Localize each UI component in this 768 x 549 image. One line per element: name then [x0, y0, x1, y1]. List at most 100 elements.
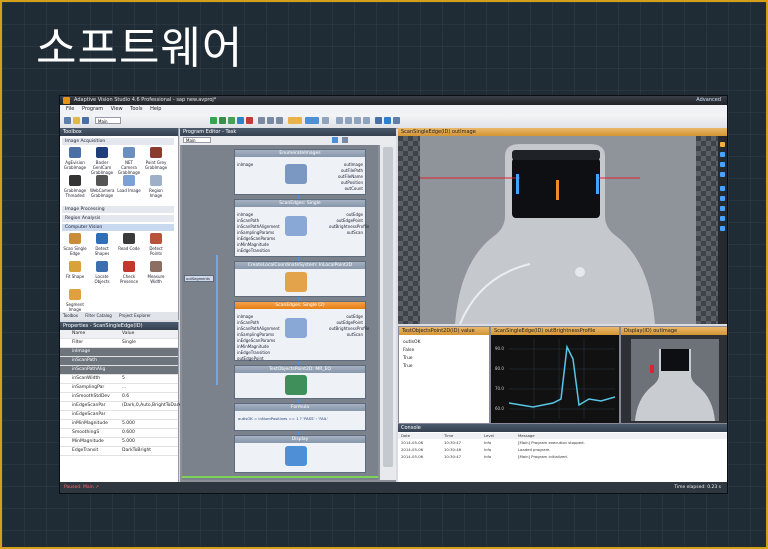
tool-icon[interactable] — [720, 216, 725, 221]
view-icon[interactable] — [384, 117, 391, 124]
filter-block[interactable]: Display — [234, 435, 366, 473]
toolbox-group-vision[interactable]: Computer Vision — [62, 224, 174, 231]
view-icon[interactable] — [363, 117, 370, 124]
filter-block[interactable]: EnumerateImages inImage outImage outFileP… — [234, 149, 366, 195]
bottle-image[interactable] — [420, 136, 696, 324]
property-row[interactable]: inScanWidth 5 — [60, 375, 178, 384]
property-row[interactable]: Filter Single — [60, 339, 178, 348]
step-into-icon[interactable] — [237, 117, 244, 124]
view-icon[interactable] — [336, 117, 343, 124]
software-screenshot: Adaptive Vision Studio 4.6 Professional … — [59, 95, 728, 494]
property-row[interactable]: inScanPathAlig — [60, 366, 178, 375]
filter-block[interactable]: Formula outIsOK = inNumPositives == 1 ? … — [234, 403, 366, 431]
tab-project-explorer[interactable]: Project Explorer — [119, 313, 151, 318]
menu-help[interactable]: Help — [150, 106, 161, 112]
new-icon[interactable] — [64, 117, 71, 124]
program-end-marker — [182, 476, 378, 478]
property-row[interactable]: inEdgeScanPar (Dark,0,Auto,BrightToDark) — [60, 402, 183, 411]
filter-icon — [285, 375, 307, 395]
toolbox-item[interactable]: Fit Shape — [63, 260, 87, 288]
toolbox-group-acquisition[interactable]: Image Acquisition — [62, 138, 174, 145]
menu-program[interactable]: Program — [82, 106, 103, 112]
view-icon[interactable] — [322, 117, 329, 124]
connection-line — [216, 255, 218, 385]
toolbox-item[interactable]: GrabImage Threaded — [63, 174, 87, 202]
toolbox-item[interactable]: Measure Width — [144, 260, 168, 288]
open-icon[interactable] — [73, 117, 80, 124]
tool-icon[interactable] — [258, 117, 265, 124]
task-dropdown[interactable]: Main — [183, 137, 211, 143]
toolbox-group-region[interactable]: Region Analysis — [62, 215, 174, 222]
toolbox-item[interactable]: Detect Shapes — [90, 232, 114, 260]
filter-icon — [285, 272, 307, 292]
tab-toolbox[interactable]: Toolbox — [63, 313, 78, 318]
toolbox-item[interactable]: AgEvision GrabImage — [63, 146, 87, 174]
viewer-tools — [718, 136, 727, 324]
tool-icon[interactable] — [276, 117, 283, 124]
save-icon[interactable] — [82, 117, 89, 124]
zoom-icon[interactable] — [342, 137, 348, 143]
filter-block[interactable]: CreateLocalCoordinateSystem: InLocalPoin… — [234, 261, 366, 297]
property-row[interactable]: inImage — [60, 348, 178, 357]
toolbox-item[interactable]: Check Presence — [117, 260, 141, 288]
filter-block[interactable]: TestObjectsPoint2D: MR_EQ — [234, 365, 366, 399]
property-row[interactable]: inMinMagnitude 5.000 — [60, 420, 178, 429]
console-row[interactable]: 2014-05-06 10:30:46 Info Loaded program. — [398, 447, 727, 453]
tool-icon[interactable] — [720, 196, 725, 201]
view-icon[interactable] — [345, 117, 352, 124]
step-over-icon[interactable] — [228, 117, 235, 124]
toolbox-item[interactable]: Scan Single Edge — [63, 232, 87, 260]
tab-filter-catalog[interactable]: Filter Catalog — [85, 313, 112, 318]
editor-scrollbar[interactable] — [380, 145, 396, 480]
brightness-profile-plot[interactable] — [509, 339, 615, 419]
profile-axis: 90.0 80.0 70.0 60.0 — [495, 346, 504, 411]
view-icon[interactable] — [393, 117, 400, 124]
toolbox-item[interactable]: Load Image — [117, 174, 141, 202]
zoom-tool-icon[interactable] — [720, 162, 725, 167]
toolbox-item[interactable]: Locate Objects — [90, 260, 114, 288]
select-tool-icon[interactable] — [720, 142, 725, 147]
console-row[interactable]: 2014-05-06 10:30:47 Info [Main] Program … — [398, 454, 727, 460]
property-row[interactable]: inSamplingPar... — [60, 384, 178, 393]
property-row[interactable]: inScanPath — [60, 357, 178, 366]
toolbox-item[interactable]: Point Grey GrabImage — [144, 146, 168, 174]
tool-icon[interactable] — [267, 117, 274, 124]
menu-tools[interactable]: Tools — [130, 106, 142, 112]
toolbox-item[interactable]: Detect Points — [144, 232, 168, 260]
stop-icon[interactable] — [246, 117, 253, 124]
filter-block-selected[interactable]: ScanEdges: Single (2) inImage inScanPath i… — [234, 301, 369, 361]
property-row[interactable]: MinMagnitude 5.000 — [60, 438, 178, 447]
toolbox-item[interactable]: NET Camera GrabImage — [117, 146, 141, 175]
measure-tool-icon[interactable] — [720, 172, 725, 177]
display-image[interactable] — [631, 339, 719, 421]
task-select[interactable]: Main — [95, 117, 121, 124]
menu-view[interactable]: View — [111, 106, 123, 112]
filter-icon — [285, 318, 307, 338]
toolbox-item[interactable]: Read Code — [117, 232, 141, 260]
property-row[interactable]: inSmoothStdDev 0.6 — [60, 393, 178, 402]
console-row[interactable]: 2014-05-06 10:30:47 Info [Main] Program … — [398, 440, 727, 446]
layout-icon[interactable] — [305, 117, 319, 124]
status-right: Time elapsed: 0.23 s — [674, 485, 721, 490]
property-row[interactable]: SmoothingS 0.600 — [60, 429, 178, 438]
tool-icon[interactable] — [720, 206, 725, 211]
advanced-label[interactable]: Advanced — [696, 96, 721, 105]
search-icon[interactable] — [332, 137, 338, 143]
tool-icon[interactable] — [720, 226, 725, 231]
menu-file[interactable]: File — [66, 106, 74, 112]
tool-icon[interactable] — [720, 186, 725, 191]
layout-icon[interactable] — [288, 117, 302, 124]
property-row[interactable]: inEdgeScanPar — [60, 411, 178, 420]
run-icon[interactable] — [210, 117, 217, 124]
view-icon[interactable] — [375, 117, 382, 124]
side-port-label[interactable]: outSegments — [184, 275, 214, 282]
toolbox-group-processing[interactable]: Image Processing — [62, 206, 174, 213]
view-icon[interactable] — [354, 117, 361, 124]
toolbox-item[interactable]: Region Image — [144, 174, 168, 202]
property-row[interactable]: EdgeTransit DarkToBright — [60, 447, 178, 456]
toolbox-item[interactable]: WebCamera GrabImage — [90, 174, 114, 202]
pan-tool-icon[interactable] — [720, 152, 725, 157]
filter-block[interactable]: ScanEdges: Single inImage inScanPath inSca… — [234, 199, 369, 257]
iterate-icon[interactable] — [219, 117, 226, 124]
toolbox-item[interactable]: Basler GenICam GrabImage — [90, 146, 114, 175]
